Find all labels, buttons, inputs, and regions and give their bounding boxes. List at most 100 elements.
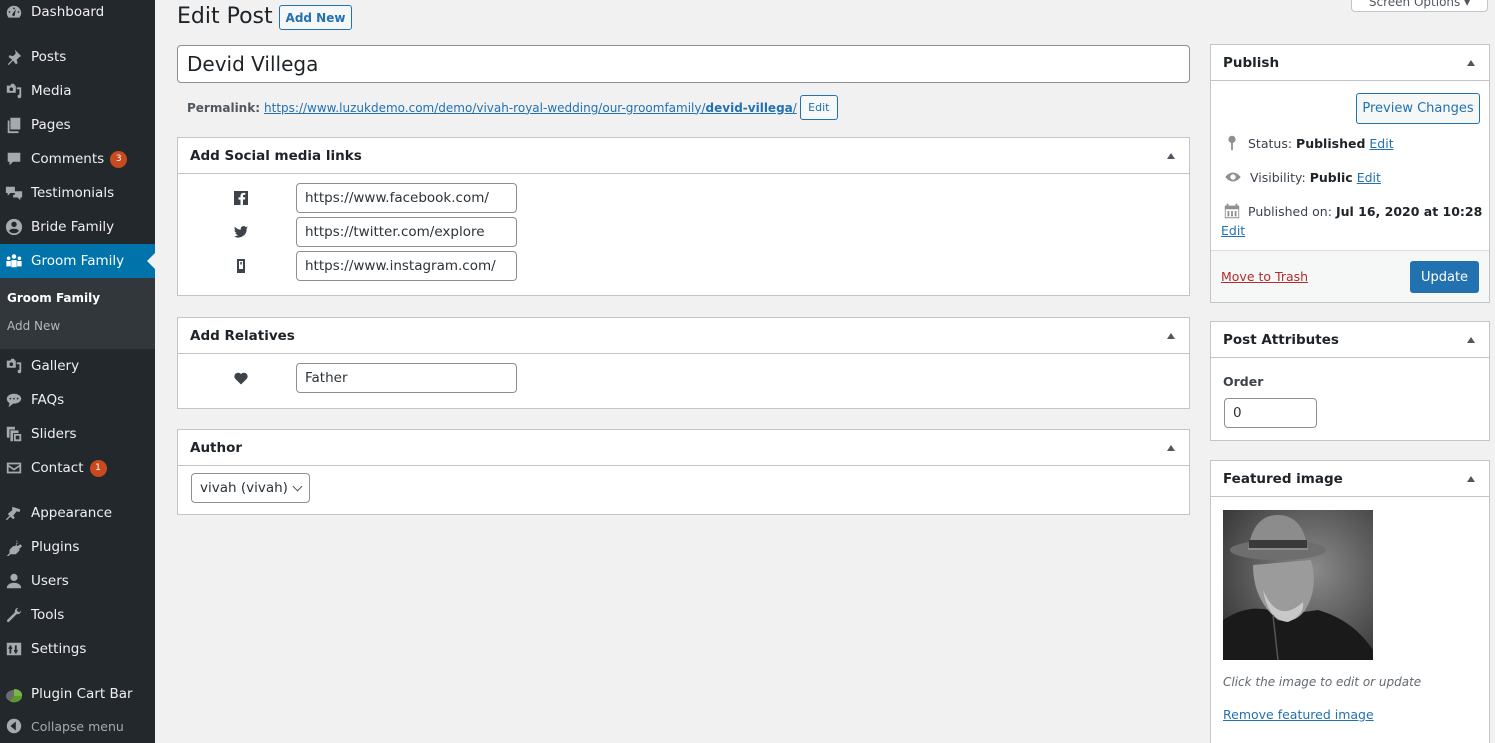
pie-chart-icon (4, 684, 24, 704)
groom-family-submenu: Groom Family Add New (0, 278, 155, 349)
sidebar-item-users[interactable]: Users (0, 564, 155, 598)
sidebar-item-gallery[interactable]: Gallery (0, 349, 155, 383)
page-title: Edit Post (177, 4, 273, 29)
sidebar-item-label: Appearance (31, 505, 113, 521)
publish-title: Publish (1223, 54, 1280, 71)
eye-icon (1225, 172, 1241, 182)
visibility-value: Public (1309, 169, 1353, 185)
sidebar-item-posts[interactable]: Posts (0, 40, 155, 74)
chevron-down-icon (292, 481, 303, 491)
sidebar-item-appearance[interactable]: Appearance (0, 496, 155, 530)
collapse-toggle-icon[interactable] (1167, 332, 1175, 339)
sidebar-item-pages[interactable]: Pages (0, 108, 155, 142)
collapse-toggle-icon[interactable] (1167, 152, 1175, 159)
sidebar-item-settings[interactable]: Settings (0, 632, 155, 666)
permalink-edit-button[interactable]: Edit (799, 95, 838, 120)
sidebar-item-label: Posts (31, 49, 67, 65)
social-links-box: Add Social media links (177, 137, 1190, 296)
email-icon (4, 458, 24, 478)
author-selected-value: vivah (vivah) (200, 480, 288, 496)
smartphone-icon (232, 257, 250, 275)
settings-icon (4, 639, 24, 659)
collapse-toggle-icon[interactable] (1467, 59, 1475, 66)
author-header: Author (178, 430, 1189, 466)
sidebar-item-label: Testimonials (31, 185, 115, 201)
relatives-box: Add Relatives (177, 317, 1190, 409)
add-new-button[interactable]: Add New (279, 5, 352, 30)
permalink-row: Permalink: https://www.luzukdemo.com/dem… (187, 95, 838, 120)
remove-featured-image-link[interactable]: Remove featured image (1223, 707, 1374, 722)
social-link-row (232, 217, 517, 247)
edit-visibility-link[interactable]: Edit (1357, 170, 1381, 185)
featured-image-thumbnail[interactable] (1223, 510, 1373, 660)
author-select[interactable]: vivah (vivah) (191, 473, 310, 503)
order-label: Order (1223, 374, 1264, 389)
sidebar-item-label: Pages (31, 117, 71, 133)
sidebar-item-label: Tools (31, 607, 65, 623)
screen-options-button[interactable]: Screen Options ▾ (1351, 0, 1488, 12)
sidebar-item-label: Sliders (31, 426, 77, 442)
author-box: Author vivah (vivah) (177, 429, 1190, 515)
sidebar-item-label: Gallery (31, 358, 80, 374)
submenu-item-add-new[interactable]: Add New (7, 319, 60, 333)
post-attributes-box: Post Attributes Order (1210, 321, 1490, 441)
collapse-menu-button[interactable]: Collapse menu (0, 709, 155, 743)
featured-image-header: Featured image (1211, 461, 1489, 497)
visibility-row: Visibility: Public Edit (1223, 168, 1381, 186)
status-row: Status: Published Edit (1223, 134, 1394, 152)
sidebar-item-contact[interactable]: Contact 1 (0, 451, 155, 485)
paintbrush-icon (4, 503, 24, 523)
collapse-toggle-icon[interactable] (1467, 475, 1475, 482)
published-value: Jul 16, 2020 at 10:28 (1335, 203, 1483, 219)
sidebar-item-label: Dashboard (31, 4, 105, 20)
sidebar-item-dashboard[interactable]: Dashboard (0, 0, 155, 29)
sidebar-item-comments[interactable]: Comments 3 (0, 142, 155, 176)
preview-changes-button[interactable]: Preview Changes (1356, 93, 1480, 124)
author-title: Author (190, 439, 243, 456)
social-link-row (232, 183, 517, 213)
sidebar-item-label: Contact (31, 460, 84, 476)
instagram-url-input[interactable] (296, 251, 517, 281)
facebook-icon (232, 189, 250, 207)
update-button[interactable]: Update (1410, 261, 1479, 293)
sidebar-item-label: Media (31, 83, 72, 99)
sidebar-item-groom-family[interactable]: Groom Family (0, 244, 155, 278)
submenu-item-groom-family[interactable]: Groom Family (7, 291, 100, 305)
relatives-title: Add Relatives (190, 327, 295, 344)
sidebar-item-label: Comments (31, 151, 105, 167)
sidebar-item-label: Settings (31, 641, 87, 657)
facebook-url-input[interactable] (296, 183, 517, 213)
post-attributes-title: Post Attributes (1223, 331, 1339, 348)
sidebar-item-testimonials[interactable]: Testimonials (0, 176, 155, 210)
collapse-toggle-icon[interactable] (1167, 444, 1175, 451)
testimonial-icon (4, 183, 24, 203)
user-circle-icon (4, 217, 24, 237)
sidebar-item-plugins[interactable]: Plugins (0, 530, 155, 564)
sidebar-item-faqs[interactable]: FAQs (0, 383, 155, 417)
gallery-icon (4, 356, 24, 376)
calendar-icon (1224, 203, 1240, 219)
permalink-link[interactable]: https://www.luzukdemo.com/demo/vivah-roy… (264, 101, 797, 115)
collapse-arrow-icon (4, 716, 24, 736)
dashboard-icon (4, 2, 24, 22)
post-title-input[interactable] (177, 45, 1190, 83)
comment-icon (4, 149, 24, 169)
chat-bubble-icon (4, 390, 24, 410)
sidebar-item-sliders[interactable]: Sliders (0, 417, 155, 451)
sidebar-item-media[interactable]: Media (0, 74, 155, 108)
move-to-trash-link[interactable]: Move to Trash (1221, 269, 1308, 284)
relative-row (232, 363, 517, 393)
sidebar-item-plugin-cart-bar[interactable]: Plugin Cart Bar (0, 677, 155, 711)
collapse-toggle-icon[interactable] (1467, 336, 1475, 343)
sidebar-item-bride-family[interactable]: Bride Family (0, 210, 155, 244)
edit-date-link[interactable]: Edit (1221, 223, 1245, 238)
edit-status-link[interactable]: Edit (1369, 136, 1393, 151)
order-input[interactable] (1224, 398, 1317, 428)
sidebar-item-tools[interactable]: Tools (0, 598, 155, 632)
post-attributes-header: Post Attributes (1211, 322, 1489, 358)
social-links-header: Add Social media links (178, 138, 1189, 174)
collapse-menu-label: Collapse menu (31, 718, 124, 734)
sidebar-item-label: Bride Family (31, 219, 115, 235)
relation-input[interactable] (296, 363, 517, 393)
twitter-url-input[interactable] (296, 217, 517, 247)
